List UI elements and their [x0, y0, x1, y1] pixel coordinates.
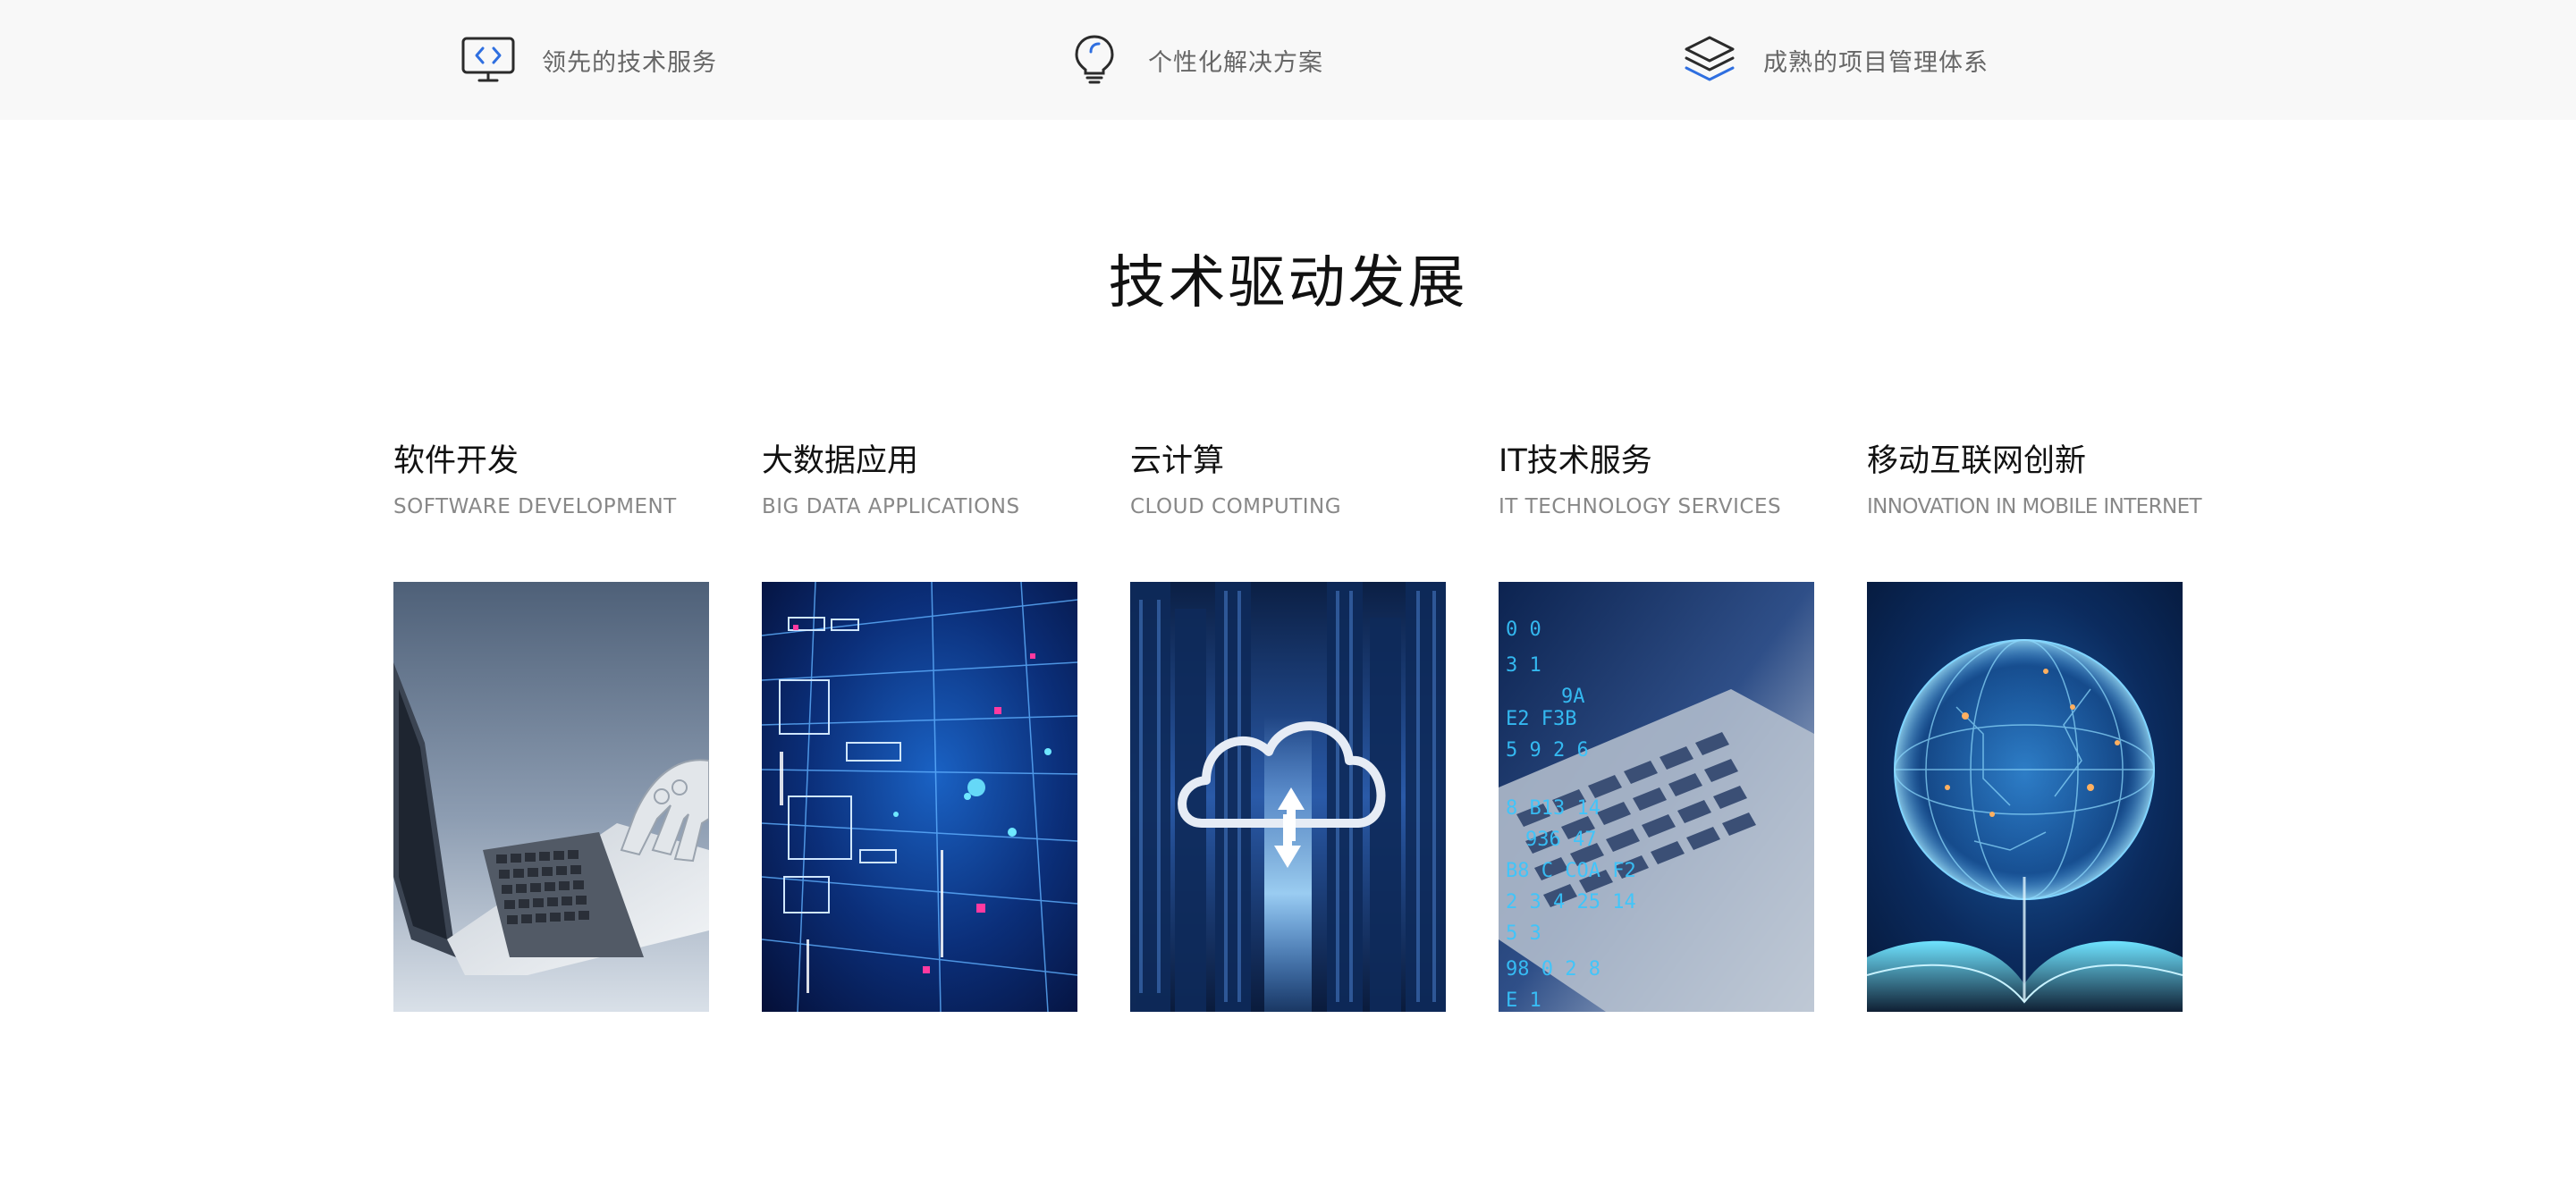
svg-text:2 3 4 25 14: 2 3 4 25 14 [1506, 891, 1636, 913]
service-card-it-services[interactable]: IT技术服务 IT TECHNOLOGY SERVICES 0 0 3 1 E2… [1499, 438, 1814, 1012]
digital-globe-book-image[interactable] [1867, 582, 2183, 1012]
service-card-mobile-internet[interactable]: 移动互联网创新 INNOVATION IN MOBILE INTERNET [1867, 438, 2202, 1012]
feature-bar: 领先的技术服务 个性化解决方案 成熟的项目管理体系 [0, 0, 2576, 120]
svg-text:E2 F3B: E2 F3B [1506, 708, 1576, 730]
service-title: 大数据应用 [762, 443, 919, 479]
svg-text:0 0: 0 0 [1506, 619, 1541, 641]
service-card-big-data[interactable]: 大数据应用 BIG DATA APPLICATIONS [762, 438, 1077, 1012]
service-title: 云计算 [1130, 443, 1225, 479]
service-subtitle: INNOVATION IN MOBILE INTERNET [1867, 495, 2202, 518]
svg-text:936 47: 936 47 [1525, 829, 1596, 851]
feature-label: 领先的技术服务 [542, 48, 717, 77]
service-title: IT技术服务 [1499, 443, 1652, 479]
services-list: 软件开发 SOFTWARE DEVELOPMENT 大数据应用 BIG DATA… [393, 438, 2202, 1012]
service-subtitle: IT TECHNOLOGY SERVICES [1499, 495, 1782, 518]
service-title: 软件开发 [393, 443, 519, 479]
svg-text:9A: 9A [1561, 686, 1585, 708]
service-card-cloud[interactable]: 云计算 CLOUD COMPUTING [1130, 438, 1446, 1012]
svg-text:8 B13 14: 8 B13 14 [1506, 797, 1600, 820]
svg-text:5 9 2 6: 5 9 2 6 [1506, 739, 1589, 762]
svg-text:98 0 2 8: 98 0 2 8 [1506, 958, 1600, 981]
feature-project-management: 成熟的项目管理体系 [1681, 0, 1989, 120]
svg-text:5 3: 5 3 [1506, 922, 1541, 945]
svg-text:B8 C COA F2: B8 C COA F2 [1506, 860, 1636, 882]
service-subtitle: CLOUD COMPUTING [1130, 495, 1342, 518]
svg-text:3 1: 3 1 [1506, 654, 1541, 677]
code-keyboard-image[interactable]: 0 0 3 1 E2 F3B 5 9 2 6 9A 8 B13 14 936 4… [1499, 582, 1814, 1012]
robot-typing-laptop-image[interactable] [393, 582, 709, 1012]
code-monitor-icon [460, 31, 517, 88]
lightbulb-icon [1066, 31, 1123, 88]
service-card-software[interactable]: 软件开发 SOFTWARE DEVELOPMENT [393, 438, 709, 1012]
feature-custom-solutions: 个性化解决方案 [1066, 0, 1323, 120]
svg-text:E 1: E 1 [1506, 989, 1541, 1012]
service-title: 移动互联网创新 [1867, 443, 2087, 479]
layers-icon [1681, 31, 1738, 88]
service-subtitle: SOFTWARE DEVELOPMENT [393, 495, 677, 518]
section-title: 技术驱动发展 [1108, 250, 1468, 316]
cloud-city-image[interactable] [1130, 582, 1446, 1012]
feature-leading-tech: 领先的技术服务 [460, 0, 717, 120]
service-subtitle: BIG DATA APPLICATIONS [762, 495, 1020, 518]
feature-label: 个性化解决方案 [1148, 48, 1323, 77]
feature-label: 成熟的项目管理体系 [1763, 48, 1989, 77]
data-circuit-image[interactable] [762, 582, 1077, 1012]
